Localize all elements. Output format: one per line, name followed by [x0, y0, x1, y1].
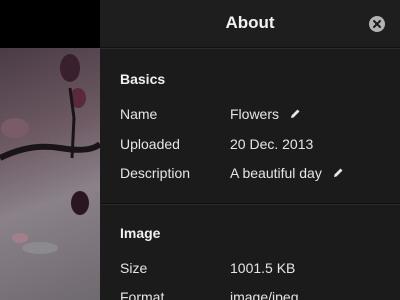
section-heading-image: Image — [120, 225, 161, 241]
info-row-format: Format image/jpeg — [120, 289, 390, 300]
row-label: Size — [120, 260, 148, 276]
section-heading-basics: Basics — [120, 71, 166, 87]
section-divider — [100, 203, 400, 204]
info-row-description: Description A beautiful day — [120, 165, 390, 185]
info-row-name: Name Flowers — [120, 106, 390, 126]
info-row-size: Size 1001.5 KB — [120, 260, 390, 280]
close-button[interactable] — [369, 16, 385, 32]
row-label: Description — [120, 165, 191, 181]
background-photo — [0, 48, 100, 300]
pencil-icon[interactable] — [332, 167, 344, 179]
row-value: Flowers — [230, 106, 280, 122]
row-value: image/jpeg — [230, 289, 299, 300]
row-label: Name — [120, 106, 158, 122]
panel-title: About — [225, 13, 275, 32]
close-icon — [373, 20, 381, 28]
row-value: 1001.5 KB — [230, 260, 296, 276]
row-label: Uploaded — [120, 136, 180, 152]
about-panel: About Basics Name Flowers Uploaded 20 De… — [100, 0, 400, 300]
row-value: A beautiful day — [230, 165, 322, 181]
panel-header: About — [100, 0, 400, 48]
row-value: 20 Dec. 2013 — [230, 136, 314, 152]
pencil-icon[interactable] — [289, 108, 301, 120]
flower-photo-art — [0, 54, 100, 254]
info-row-uploaded: Uploaded 20 Dec. 2013 — [120, 136, 390, 156]
row-label: Format — [120, 289, 165, 300]
